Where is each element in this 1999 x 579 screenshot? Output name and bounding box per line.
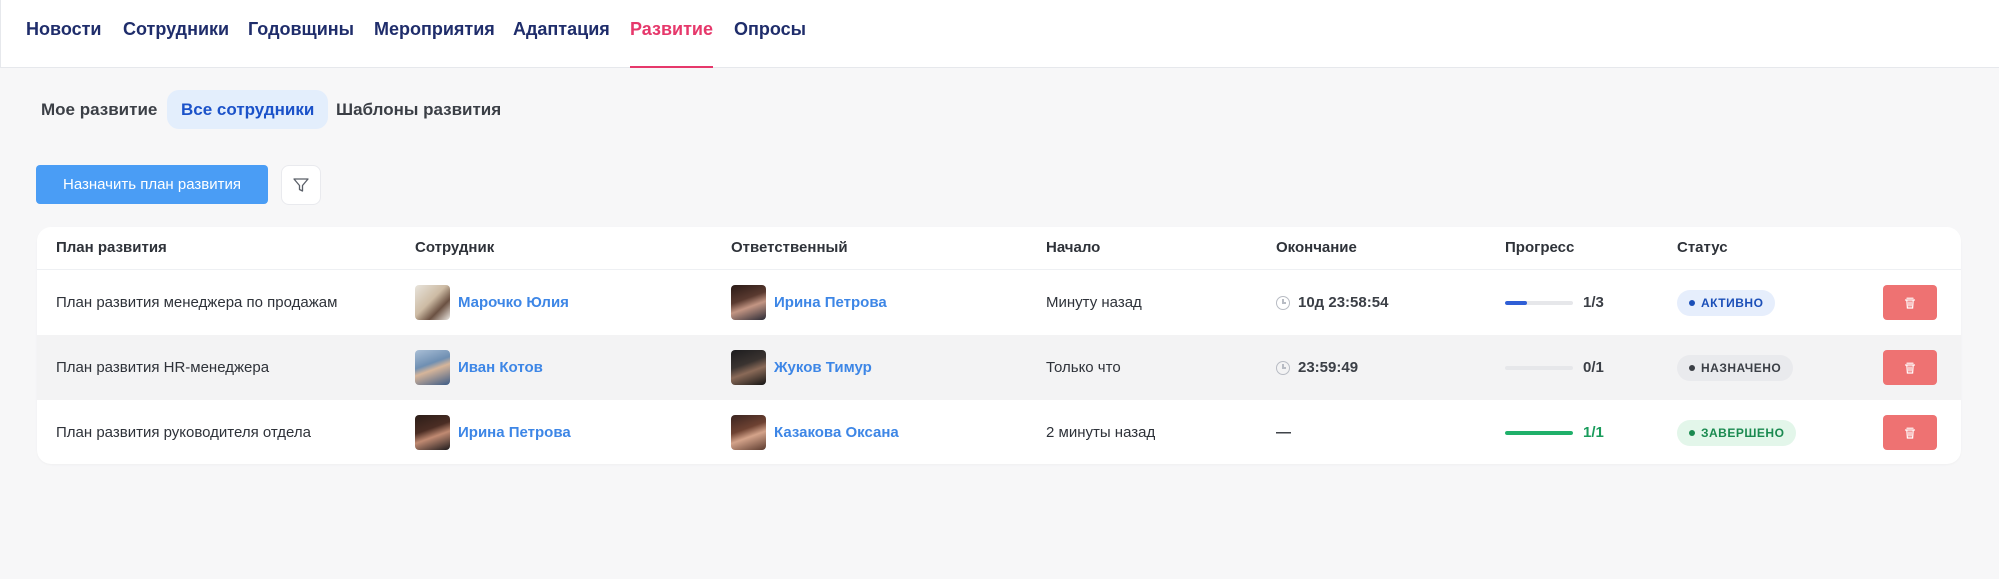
progress-cell: 0/1 <box>1505 335 1604 400</box>
responsible-name[interactable]: Ирина Петрова <box>774 294 887 311</box>
responsible-cell[interactable]: Жуков Тимур <box>731 335 872 400</box>
employee-name[interactable]: Марочко Юлия <box>458 294 569 311</box>
delete-cell <box>1883 270 1937 335</box>
nav-development[interactable]: Развитие <box>630 19 713 68</box>
status-cell: НАЗНАЧЕНО <box>1677 335 1794 400</box>
employee-cell[interactable]: Марочко Юлия <box>415 270 569 335</box>
nav-employees[interactable]: Сотрудники <box>123 19 229 68</box>
employee-name[interactable]: Иван Котов <box>458 359 543 376</box>
header-end: Окончание <box>1276 239 1357 256</box>
nav-events[interactable]: Мероприятия <box>374 19 495 68</box>
progress-cell: 1/1 <box>1505 400 1604 464</box>
nav-anniversaries[interactable]: Годовщины <box>248 19 354 68</box>
end-time: 10д 23:58:54 <box>1298 294 1389 311</box>
subtab-development-templates[interactable]: Шаблоны развития <box>322 90 515 129</box>
plan-name: План развития HR-менеджера <box>56 359 270 376</box>
header-employee: Сотрудник <box>415 239 495 256</box>
header-responsible: Ответственный <box>731 239 848 256</box>
avatar <box>415 285 450 320</box>
avatar <box>731 415 766 450</box>
delete-cell <box>1883 335 1937 400</box>
start-time: 2 минуты назад <box>1046 424 1156 441</box>
employee-cell[interactable]: Иван Котов <box>415 335 543 400</box>
header-plan: План развития <box>56 239 167 256</box>
header-status: Статус <box>1677 239 1728 256</box>
status-badge: ЗАВЕРШЕНО <box>1677 419 1797 446</box>
top-navigation: Новости Сотрудники Годовщины Мероприятия… <box>0 0 1999 68</box>
header-progress: Прогресс <box>1505 239 1575 256</box>
status-badge: НАЗНАЧЕНО <box>1677 354 1794 381</box>
end-time: — <box>1276 424 1291 441</box>
employee-name[interactable]: Ирина Петрова <box>458 424 571 441</box>
progress-text: 1/3 <box>1583 294 1604 311</box>
progress-text: 1/1 <box>1583 424 1604 441</box>
table-row[interactable]: План развития руководителя отдела Ирина … <box>37 400 1961 464</box>
nav-adaptation[interactable]: Адаптация <box>513 19 610 68</box>
subtab-all-employees[interactable]: Все сотрудники <box>167 90 329 129</box>
table-header: План развития Сотрудник Ответственный На… <box>37 227 1961 270</box>
status-badge: АКТИВНО <box>1677 289 1776 316</box>
end-time: 23:59:49 <box>1298 359 1359 376</box>
progress-fill <box>1505 430 1573 435</box>
progress-text: 0/1 <box>1583 359 1604 376</box>
responsible-cell[interactable]: Казакова Оксана <box>731 400 899 464</box>
assign-development-plan-button[interactable]: Назначить план развития <box>36 165 268 204</box>
end-cell: 23:59:49 <box>1276 335 1358 400</box>
progress-bar <box>1505 365 1573 370</box>
progress-bar <box>1505 300 1573 305</box>
nav-surveys[interactable]: Опросы <box>734 19 806 68</box>
status-dot <box>1689 429 1695 436</box>
end-cell: 10д 23:58:54 <box>1276 270 1388 335</box>
status-label: НАЗНАЧЕНО <box>1701 360 1782 375</box>
header-start: Начало <box>1046 239 1101 256</box>
responsible-cell[interactable]: Ирина Петрова <box>731 270 887 335</box>
filter-button[interactable] <box>281 165 321 205</box>
avatar <box>415 350 450 385</box>
status-dot <box>1689 364 1695 371</box>
delete-button[interactable] <box>1883 285 1937 320</box>
progress-fill <box>1505 300 1528 305</box>
filter-icon <box>293 178 309 192</box>
delete-button[interactable] <box>1883 350 1937 385</box>
clock-icon <box>1276 360 1290 375</box>
end-cell: — <box>1276 400 1291 464</box>
status-dot <box>1689 299 1695 306</box>
avatar <box>415 415 450 450</box>
responsible-name[interactable]: Казакова Оксана <box>774 424 899 441</box>
development-plans-table: План развития Сотрудник Ответственный На… <box>37 227 1961 464</box>
start-time: Только что <box>1046 359 1121 376</box>
subtab-my-development[interactable]: Мое развитие <box>27 90 171 129</box>
delete-cell <box>1883 400 1937 464</box>
plan-name: План развития руководителя отдела <box>56 424 311 441</box>
trash-icon <box>1904 297 1916 309</box>
avatar <box>731 350 766 385</box>
delete-button[interactable] <box>1883 415 1937 450</box>
table-row[interactable]: План развития HR-менеджера Иван Котов Жу… <box>37 335 1961 400</box>
employee-cell[interactable]: Ирина Петрова <box>415 400 571 464</box>
status-cell: ЗАВЕРШЕНО <box>1677 400 1797 464</box>
progress-cell: 1/3 <box>1505 270 1604 335</box>
status-cell: АКТИВНО <box>1677 270 1776 335</box>
trash-icon <box>1904 362 1916 374</box>
avatar <box>731 285 766 320</box>
responsible-name[interactable]: Жуков Тимур <box>774 359 872 376</box>
start-time: Минуту назад <box>1046 294 1142 311</box>
status-label: ЗАВЕРШЕНО <box>1701 425 1785 440</box>
nav-news[interactable]: Новости <box>26 19 101 68</box>
table-row[interactable]: План развития менеджера по продажам Маро… <box>37 270 1961 335</box>
trash-icon <box>1904 427 1916 439</box>
progress-bar <box>1505 430 1573 435</box>
status-label: АКТИВНО <box>1701 295 1764 310</box>
clock-icon <box>1276 295 1290 310</box>
plan-name: План развития менеджера по продажам <box>56 294 338 311</box>
